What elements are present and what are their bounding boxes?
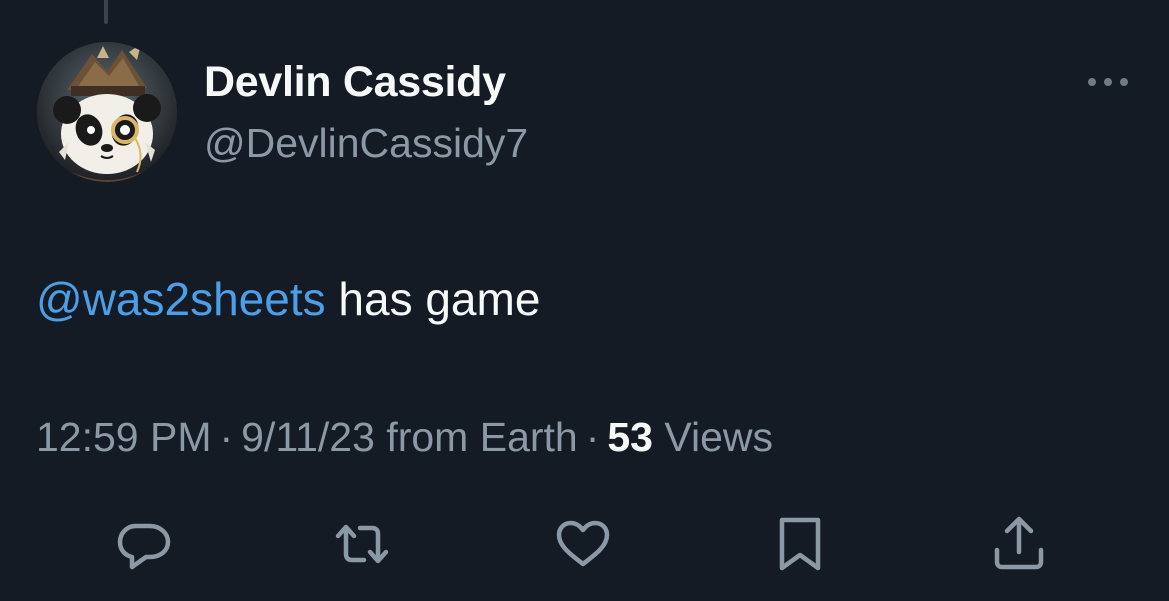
more-icon <box>1088 78 1128 86</box>
thread-connector-line <box>104 0 108 24</box>
tweet-body: has game <box>325 273 541 325</box>
user-handle[interactable]: @DevlinCassidy7 <box>204 120 528 167</box>
like-icon <box>556 520 610 567</box>
meta-separator: · <box>219 414 234 460</box>
bookmark-icon <box>779 517 821 571</box>
more-options-button[interactable] <box>1078 64 1138 100</box>
retweet-icon <box>335 524 389 564</box>
tweet-metadata: 12:59 PM · 9/11/23 from Earth · 53 Views <box>36 414 773 461</box>
display-name[interactable]: Devlin Cassidy <box>204 58 506 107</box>
share-button[interactable] <box>987 512 1051 576</box>
share-icon <box>994 516 1044 570</box>
mention-link[interactable]: @was2sheets <box>36 273 326 325</box>
avatar[interactable] <box>37 42 177 182</box>
views-label[interactable]: Views <box>664 414 773 460</box>
tweet-text: @was2sheets has game <box>36 272 540 326</box>
tweet-source: from Earth <box>386 414 578 460</box>
bookmark-button[interactable] <box>768 512 832 576</box>
meta-separator: · <box>585 414 600 460</box>
views-count[interactable]: 53 <box>607 414 653 460</box>
tweet-time[interactable]: 12:59 PM <box>36 414 212 460</box>
reply-icon <box>117 523 171 570</box>
retweet-button[interactable] <box>330 512 394 576</box>
reply-button[interactable] <box>112 512 176 576</box>
panda-avatar-icon <box>37 42 177 182</box>
like-button[interactable] <box>551 512 615 576</box>
tweet-date[interactable]: 9/11/23 <box>241 414 375 460</box>
